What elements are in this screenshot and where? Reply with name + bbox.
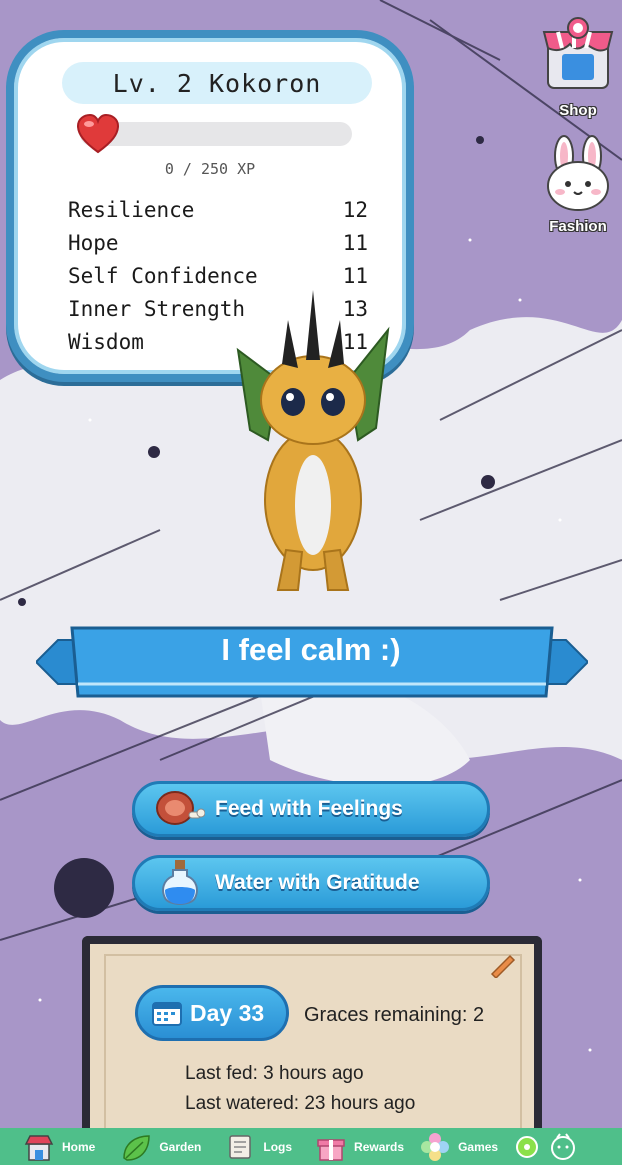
graces-remaining: Graces remaining: 2	[304, 1004, 485, 1026]
water-label: Water with Gratitude	[215, 871, 420, 894]
kokoron-logo-icon[interactable]	[548, 1132, 578, 1162]
stat-row-hope: Hope 11	[68, 231, 368, 264]
nav-rewards[interactable]: Rewards	[316, 1132, 404, 1162]
last-watered-text: Last watered: 23 hours ago	[185, 1093, 416, 1114]
nav-label: Logs	[263, 1139, 293, 1154]
nav-games[interactable]: Games	[420, 1132, 498, 1162]
nav-label: Home	[62, 1139, 96, 1154]
scroll-icon	[229, 1134, 252, 1159]
day-label: Day 33	[190, 999, 265, 1026]
home-icon	[24, 1134, 54, 1161]
gift-icon	[317, 1138, 345, 1161]
pencil-icon[interactable]	[488, 948, 518, 978]
nav-label: Games	[458, 1139, 499, 1154]
nav-label: Garden	[159, 1139, 202, 1154]
feed-label: Feed with Feelings	[215, 797, 403, 820]
pet-level-name: Lv. 2 Kokoron	[62, 62, 372, 104]
feed-with-feelings-button[interactable]: Feed with Feelings	[132, 781, 490, 837]
stat-name: Hope	[68, 231, 119, 255]
stat-name: Inner Strength	[68, 297, 246, 321]
stat-value: 11	[342, 231, 368, 255]
meat-icon	[156, 791, 205, 825]
heart-icon	[76, 114, 120, 154]
nav-home[interactable]: Home	[24, 1132, 95, 1162]
fashion-button[interactable]: Fashion	[540, 134, 616, 235]
mood-text: I feel calm :)	[221, 632, 401, 667]
shop-icon	[542, 17, 614, 89]
nav-logs[interactable]: Logs	[225, 1132, 292, 1162]
stat-value: 12	[342, 198, 368, 222]
bottom-nav: Home Garden Logs Rewards Games	[0, 1128, 622, 1165]
shop-button[interactable]: Shop	[540, 14, 616, 119]
xp-text: 0 / 250 XP	[164, 160, 256, 178]
bunny-icon	[547, 135, 609, 211]
day-counter-badge: Day 33	[135, 985, 289, 1041]
settings-icon[interactable]	[516, 1135, 539, 1158]
flower-icon	[421, 1132, 450, 1161]
stat-row-resilience: Resilience 12	[68, 198, 368, 231]
nav-garden[interactable]: Garden	[121, 1132, 201, 1162]
potion-icon	[162, 860, 198, 905]
stat-name: Resilience	[68, 198, 195, 222]
shop-label: Shop	[559, 102, 597, 119]
fashion-label: Fashion	[549, 218, 607, 235]
last-fed-text: Last fed: 3 hours ago	[185, 1063, 364, 1084]
water-with-gratitude-button[interactable]: Water with Gratitude	[132, 855, 490, 911]
leaf-icon	[123, 1134, 151, 1161]
stat-name: Wisdom	[68, 330, 144, 354]
nav-label: Rewards	[354, 1139, 405, 1154]
pet-dragon[interactable]	[228, 290, 398, 600]
calendar-icon	[152, 1002, 182, 1026]
xp-progress-bar	[80, 122, 352, 146]
